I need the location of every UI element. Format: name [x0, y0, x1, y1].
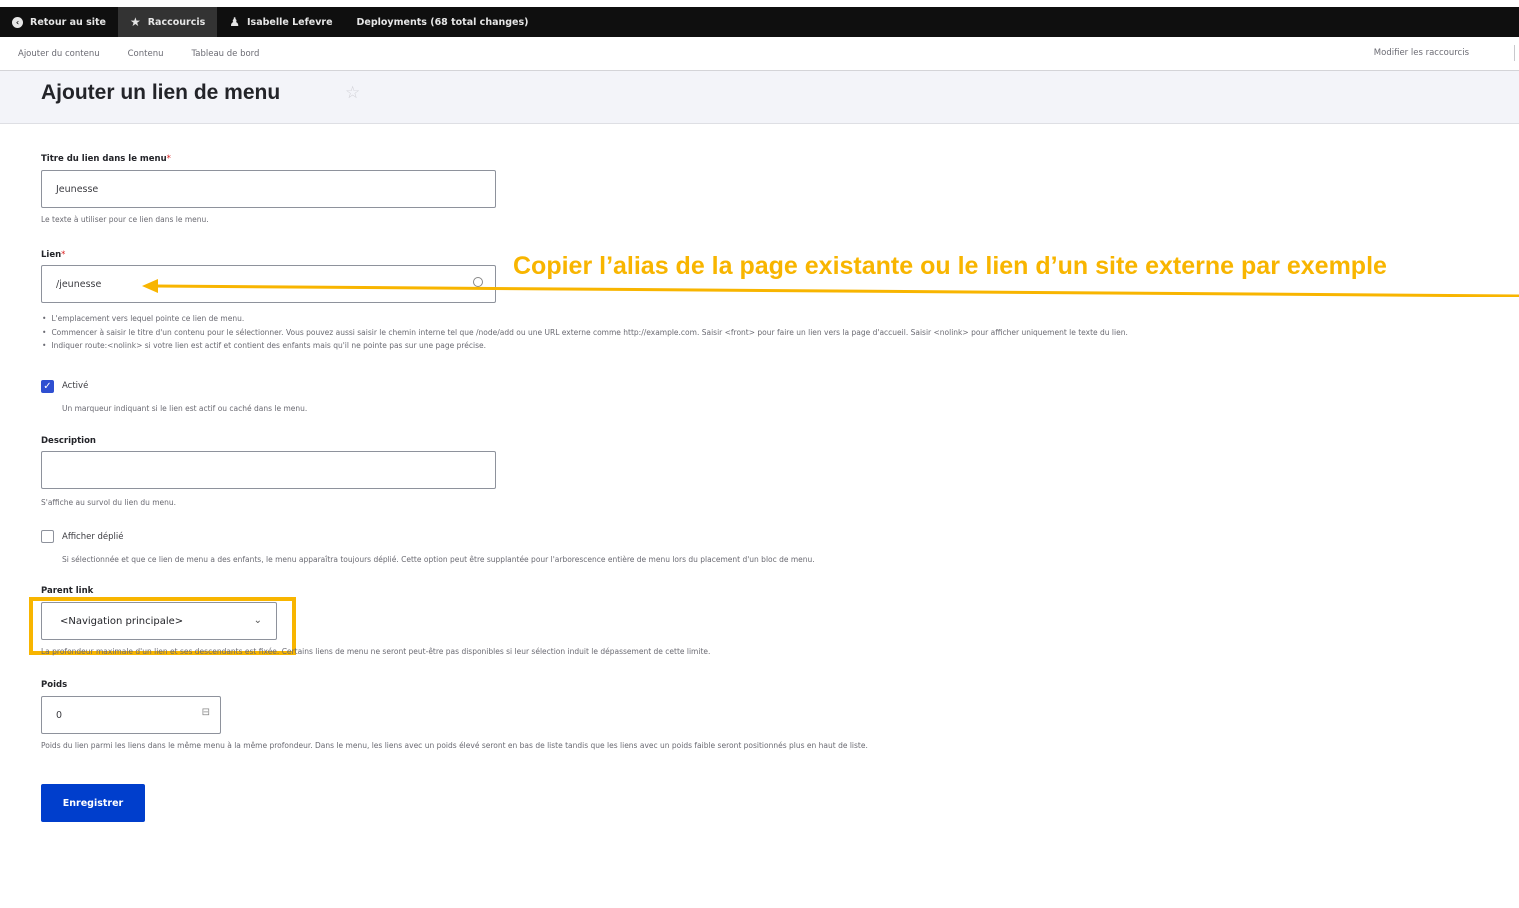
- save-button[interactable]: Enregistrer: [41, 784, 145, 822]
- user-label: Isabelle Lefevre: [247, 16, 333, 28]
- title-help-text: Le texte à utiliser pour ce lien dans le…: [41, 215, 209, 224]
- deployments-tab[interactable]: Deployments (68 total changes): [345, 7, 541, 37]
- link-field-label: Lien*: [41, 250, 66, 260]
- back-to-site-link[interactable]: ‹ Retour au site: [0, 7, 118, 37]
- back-icon: ‹: [12, 16, 23, 28]
- annotation-arrowhead: [142, 279, 158, 293]
- expanded-label: Afficher déplié: [62, 532, 124, 542]
- shortcut-dashboard[interactable]: Tableau de bord: [191, 49, 259, 59]
- shortcuts-label: Raccourcis: [147, 16, 206, 28]
- title-field-label: Titre du lien dans le menu*: [41, 154, 171, 164]
- weight-input[interactable]: 0 ⊟: [41, 696, 221, 734]
- link-help-list: L'emplacement vers lequel pointe ce lien…: [42, 312, 1128, 353]
- link-help-item: L'emplacement vers lequel pointe ce lien…: [42, 312, 1128, 326]
- menu-link-title-input[interactable]: Jeunesse: [41, 170, 496, 208]
- annotation-text: Copier l’alias de la page existante ou l…: [513, 252, 1387, 280]
- annotation-arrow-line: [153, 284, 1519, 297]
- add-shortcut-star-icon[interactable]: ☆: [345, 83, 360, 103]
- weight-help-text: Poids du lien parmi les liens dans le mê…: [41, 741, 868, 750]
- menu-link-title-value: Jeunesse: [56, 183, 99, 195]
- link-help-item: Indiquer route:<nolink> si votre lien es…: [42, 339, 1128, 353]
- page-header: Ajouter un lien de menu ☆: [0, 71, 1519, 124]
- shortcut-content[interactable]: Contenu: [128, 49, 164, 59]
- enabled-label: Activé: [62, 381, 89, 391]
- required-mark: *: [166, 154, 171, 164]
- expanded-help-text: Si sélectionnée et que ce lien de menu a…: [62, 555, 815, 564]
- tray-divider: [1514, 45, 1515, 61]
- parent-link-label: Parent link: [41, 586, 94, 596]
- required-mark: *: [61, 250, 66, 260]
- back-to-site-label: Retour au site: [30, 16, 106, 28]
- number-stepper-icon[interactable]: ⊟: [202, 707, 210, 718]
- deployments-label: Deployments (68 total changes): [356, 16, 529, 28]
- description-field-label: Description: [41, 436, 96, 446]
- shortcuts-tab[interactable]: ★ Raccourcis: [117, 7, 218, 37]
- admin-toolbar: ‹ Retour au site ★ Raccourcis ♟ Isabelle…: [0, 7, 1519, 37]
- expanded-checkbox[interactable]: [41, 530, 54, 543]
- parent-link-help-text: La profondeur maximale d'un lien et ses …: [41, 647, 711, 656]
- user-icon: ♟: [229, 15, 241, 29]
- link-help-item: Commencer à saisir le titre d'un contenu…: [42, 326, 1127, 340]
- shortcuts-tray: Ajouter du contenu Contenu Tableau de bo…: [0, 37, 1519, 71]
- page-title: Ajouter un lien de menu: [41, 81, 281, 104]
- enabled-help-text: Un marqueur indiquant si le lien est act…: [62, 404, 308, 413]
- user-tab[interactable]: ♟ Isabelle Lefevre: [217, 7, 344, 37]
- shortcut-add-content[interactable]: Ajouter du contenu: [18, 49, 100, 59]
- weight-value: 0: [56, 709, 63, 721]
- weight-field-label: Poids: [41, 680, 68, 690]
- edit-shortcuts-link[interactable]: Modifier les raccourcis: [1374, 48, 1469, 58]
- description-help-text: S'affiche au survol du lien du menu.: [41, 498, 177, 507]
- link-value: /jeunesse: [56, 278, 102, 290]
- description-input[interactable]: [41, 451, 496, 489]
- star-icon: ★: [129, 15, 141, 29]
- enabled-checkbox[interactable]: ✓: [41, 380, 54, 393]
